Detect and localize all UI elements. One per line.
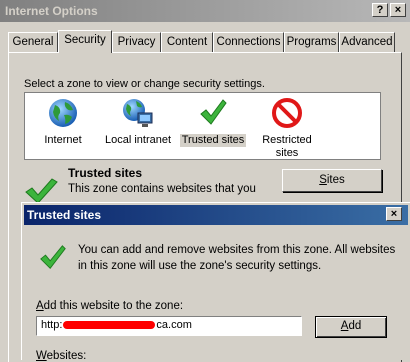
zone-internet[interactable]: Internet <box>39 97 87 147</box>
checkmark-icon <box>40 245 66 270</box>
dialog-message: You can add and remove websites from thi… <box>78 244 396 272</box>
zone-label-line2: sites <box>275 147 299 159</box>
url-prefix: http: <box>41 319 63 331</box>
sites-button[interactable]: Sites <box>282 169 382 192</box>
globe-icon <box>49 99 77 127</box>
add-label-text: dd this website to the zone: <box>43 300 184 312</box>
zone-label: Trusted sites <box>180 134 246 147</box>
zone-label: Restricted <box>262 134 312 146</box>
window-title: Internet Options <box>5 4 98 18</box>
dialog-close-button[interactable]: × <box>386 207 402 221</box>
tab-security[interactable]: Security <box>58 30 112 53</box>
zone-prompt: Select a zone to view or change security… <box>24 78 265 90</box>
add-label-mnemonic: A <box>36 300 44 312</box>
website-url-input[interactable]: http: ca.com <box>36 316 302 336</box>
websites-mnemonic: W <box>36 350 47 362</box>
zone-local-intranet[interactable]: Local intranet <box>101 97 175 147</box>
close-button[interactable]: × <box>390 3 406 17</box>
trusted-sites-dialog: Trusted sites × You can add and remove w… <box>21 202 410 362</box>
tab-connections[interactable]: Connections <box>213 32 284 52</box>
zone-heading: Trusted sites <box>68 166 143 180</box>
redaction-mark <box>63 321 156 330</box>
add-website-label: Add this website to the zone: <box>36 300 183 312</box>
sites-mnemonic: S <box>319 174 327 186</box>
tab-privacy[interactable]: Privacy <box>112 32 161 52</box>
help-button[interactable]: ? <box>372 3 388 17</box>
sites-label: ites <box>326 174 345 186</box>
tab-advanced[interactable]: Advanced <box>339 32 395 52</box>
zone-label: Local intranet <box>104 134 172 146</box>
websites-label: Websites: <box>36 350 86 362</box>
zone-description: This zone contains websites that you <box>68 183 256 195</box>
zone-list: Internet Local intranet Trusted sites Re… <box>24 92 381 160</box>
restricted-icon <box>272 98 302 128</box>
checkmark-icon <box>25 178 58 204</box>
zone-trusted-sites[interactable]: Trusted sites <box>180 97 246 147</box>
dialog-titlebar: Trusted sites × <box>24 205 408 225</box>
add-button[interactable]: Add <box>315 316 387 338</box>
checkmark-icon <box>200 99 227 125</box>
dialog-title: Trusted sites <box>27 208 102 222</box>
zone-label: Internet <box>44 134 82 146</box>
tab-content[interactable]: Content <box>161 32 213 52</box>
tab-programs[interactable]: Programs <box>284 32 339 52</box>
websites-label-text: ebsites: <box>46 350 87 362</box>
add-button-label: dd <box>348 320 362 332</box>
zone-restricted-sites[interactable]: Restricted sites <box>253 97 321 160</box>
tab-general[interactable]: General <box>8 32 58 52</box>
window-titlebar: Internet Options ? × <box>0 0 410 22</box>
local-intranet-icon <box>123 99 153 127</box>
url-suffix: ca.com <box>156 319 192 331</box>
